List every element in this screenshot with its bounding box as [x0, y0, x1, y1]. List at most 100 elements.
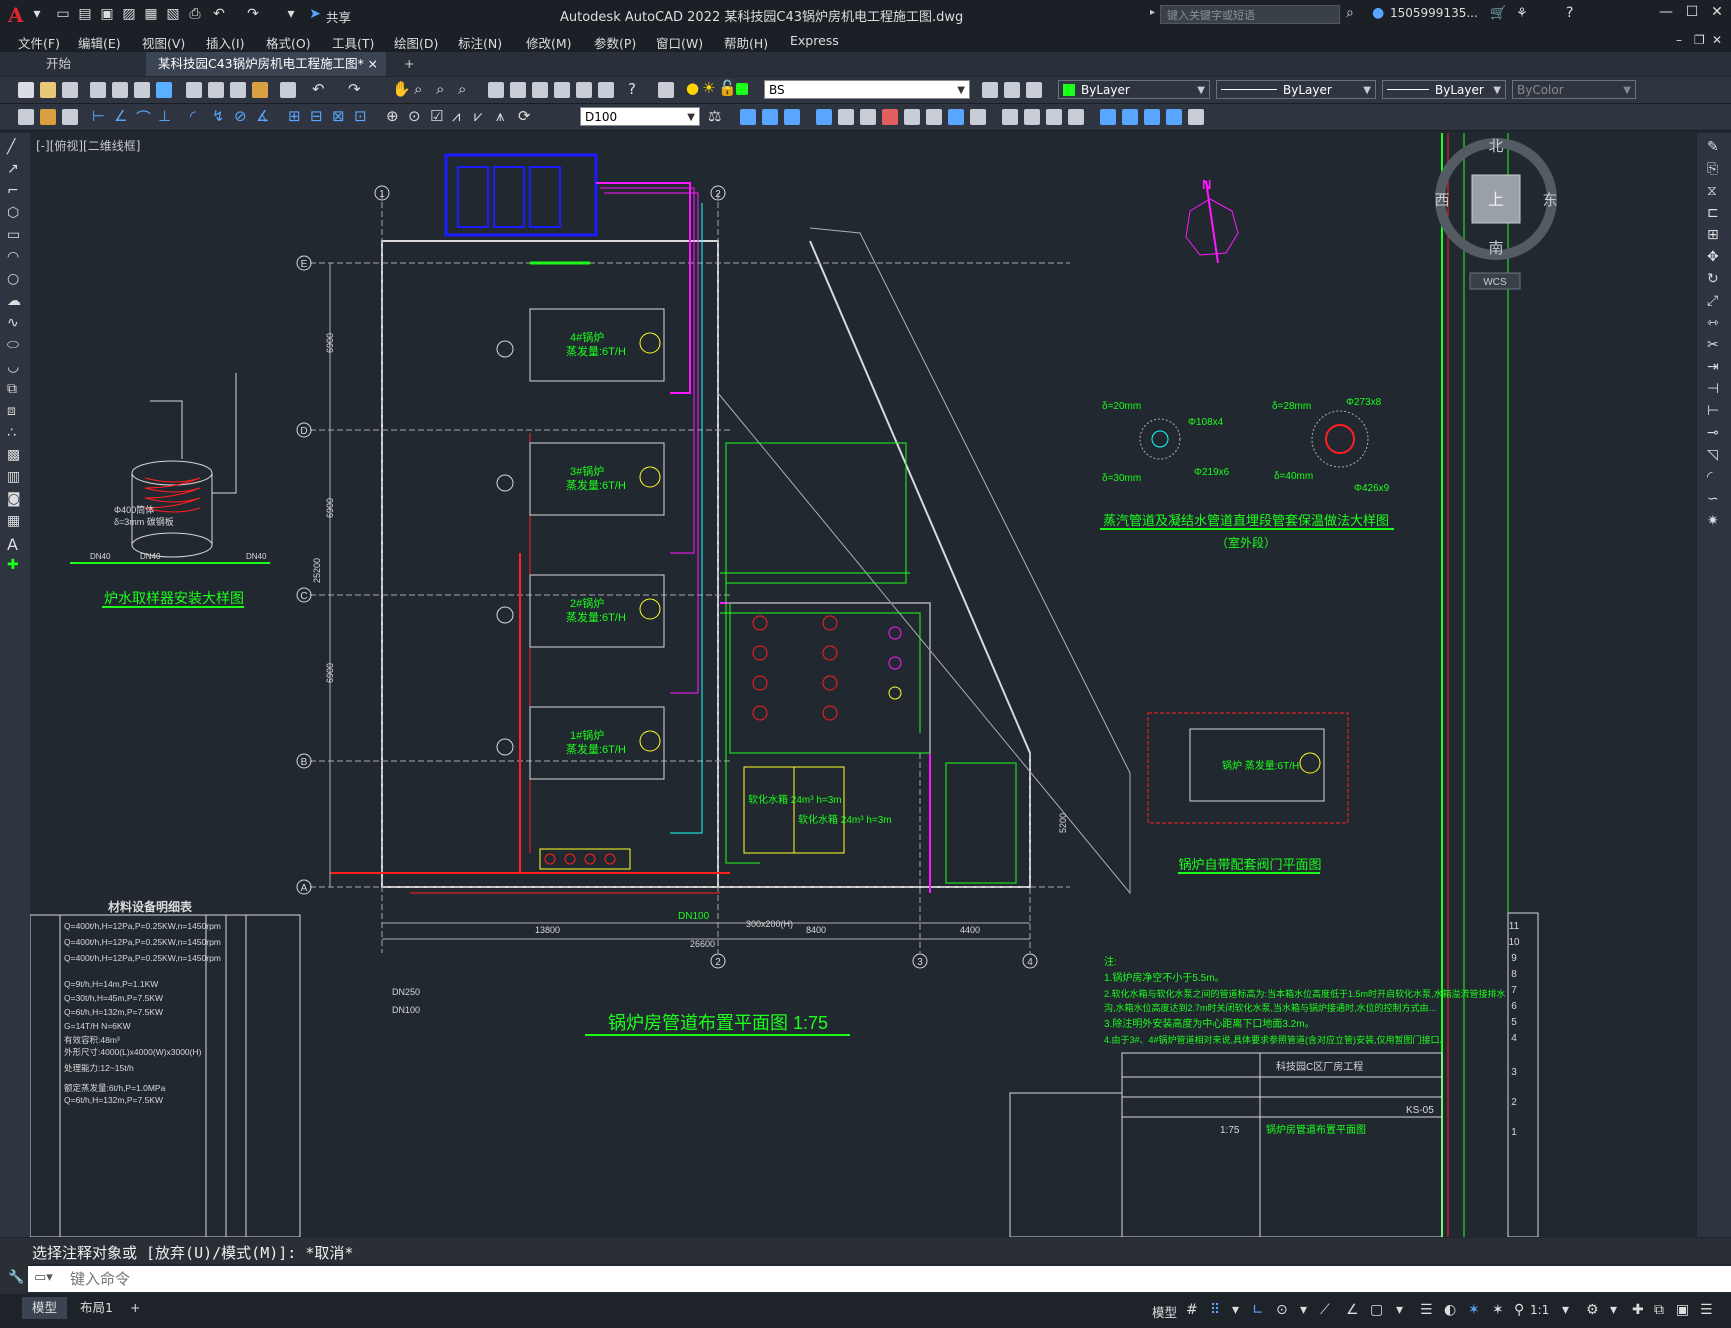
edit-polyline-icon[interactable]	[1100, 109, 1116, 125]
viewcube-north[interactable]: 北	[1488, 138, 1503, 155]
ordinate-icon[interactable]: ⊥	[158, 107, 171, 125]
preview-icon[interactable]	[112, 82, 128, 98]
drawing-canvas[interactable]: [-][俯视][二维线框] E D C B A 1 2 2 3 4 13800 …	[30, 133, 1697, 1237]
cut-icon[interactable]	[186, 82, 202, 98]
radius-icon[interactable]: ◜	[190, 107, 196, 125]
share-icon[interactable]: ➤	[306, 6, 324, 22]
print-icon[interactable]	[90, 82, 106, 98]
tool-palettes-icon[interactable]	[532, 82, 548, 98]
move-modify-icon[interactable]: ✥	[1707, 249, 1719, 265]
color-dropdown[interactable]: ByLayer ▼	[1058, 80, 1210, 99]
chamfer-icon[interactable]	[1024, 109, 1040, 125]
tab-layout1[interactable]: 布局1	[70, 1297, 123, 1319]
join-icon[interactable]	[1002, 109, 1018, 125]
scale-icon[interactable]	[882, 109, 898, 125]
diameter-icon[interactable]: ⊘	[234, 107, 247, 125]
osnap-menu-icon[interactable]: ▾	[1396, 1302, 1403, 1318]
linear-dim-icon[interactable]: ⊢	[92, 107, 105, 125]
menu-tools[interactable]: 工具(T)	[332, 33, 374, 52]
region-icon[interactable]: ◙	[7, 491, 21, 507]
search-input[interactable]: 键入关键字或短语	[1160, 5, 1340, 24]
open-web-icon[interactable]: ▦	[142, 6, 160, 22]
layer-freeze-icon[interactable]: ☀	[702, 79, 715, 97]
tab-drawing-file[interactable]: 某科技园C43锅炉房机电工程施工图* ×	[146, 52, 386, 76]
dimstyle-manager-icon[interactable]: ⚖	[708, 107, 721, 125]
isodraft-icon[interactable]: ⟋	[1320, 1302, 1330, 1318]
trim-modify-icon[interactable]: ✂	[1707, 337, 1719, 353]
arc-length-icon[interactable]: ⌒	[136, 107, 151, 128]
menu-parametric[interactable]: 参数(P)	[594, 33, 636, 52]
tab-close-icon[interactable]: ×	[368, 52, 378, 76]
break-modify-icon[interactable]: ⊢	[1707, 403, 1719, 419]
polar-menu-icon[interactable]: ▾	[1300, 1302, 1307, 1318]
explode-icon[interactable]	[1068, 109, 1084, 125]
polygon-icon[interactable]: ⬡	[7, 205, 19, 221]
copy-modify-icon[interactable]: ⎘	[1707, 161, 1718, 177]
command-input[interactable]	[68, 1269, 1672, 1290]
menu-window[interactable]: 窗口(W)	[656, 33, 703, 52]
copy-obj-icon[interactable]	[740, 109, 756, 125]
menu-view[interactable]: 视图(V)	[142, 33, 185, 52]
ellipse-arc-icon[interactable]: ◡	[7, 359, 19, 375]
open-icon[interactable]	[40, 82, 56, 98]
inspect-icon[interactable]: ☑	[430, 107, 443, 125]
block-editor-icon[interactable]	[280, 82, 296, 98]
explode-modify-icon[interactable]: ✷	[1707, 513, 1719, 529]
osnap-icon[interactable]: ▢	[1370, 1302, 1383, 1318]
menu-draw[interactable]: 绘图(D)	[394, 33, 438, 52]
paste-icon[interactable]	[230, 82, 246, 98]
tolerance-icon[interactable]: ⊕	[386, 107, 399, 125]
grid-icon[interactable]: #	[1186, 1302, 1198, 1318]
undo-icon[interactable]: ↶	[210, 6, 228, 22]
search-expand-icon[interactable]: ▸	[1150, 7, 1155, 18]
model-space-button[interactable]: 模型	[1152, 1302, 1177, 1321]
zoom-previous-icon[interactable]: ⌕	[458, 80, 466, 98]
layer-properties-icon[interactable]	[658, 82, 674, 98]
offset-modify-icon[interactable]: ⊏	[1707, 205, 1719, 221]
make-current-icon[interactable]	[982, 82, 998, 98]
fillet-icon[interactable]	[1046, 109, 1062, 125]
ellipse-icon[interactable]: ⬭	[7, 337, 19, 353]
command-recent-icon[interactable]: ▭▾	[34, 1270, 53, 1285]
quick-dim-icon[interactable]: ⊞	[288, 107, 301, 125]
save-as-icon[interactable]: ▨	[120, 6, 138, 22]
dim-edit-icon[interactable]: ⩗	[474, 107, 482, 125]
mirror-icon[interactable]	[762, 109, 778, 125]
qnew-icon[interactable]	[18, 82, 34, 98]
annotation-visibility-icon[interactable]: ✶	[1468, 1302, 1480, 1318]
rectangle-icon[interactable]: ▭	[7, 227, 20, 243]
tab-model[interactable]: 模型	[22, 1297, 68, 1319]
edit-spline-icon[interactable]	[1122, 109, 1138, 125]
layer-on-icon[interactable]: ●	[686, 79, 699, 97]
zoom-realtime-icon[interactable]: ⌕	[414, 80, 422, 98]
auto-scale-icon[interactable]: ✶	[1492, 1302, 1504, 1318]
viewcube-east[interactable]: 东	[1542, 192, 1557, 209]
menu-edit[interactable]: 编辑(E)	[78, 33, 121, 52]
app-menu-arrow-icon[interactable]: ▾	[28, 6, 46, 22]
calculator-icon[interactable]	[598, 82, 614, 98]
circle-icon[interactable]: ○	[7, 271, 19, 287]
autocad-logo-icon[interactable]: A	[8, 3, 24, 27]
add-selected-icon[interactable]: ✚	[7, 557, 19, 573]
erase-icon[interactable]: ✎	[1707, 139, 1719, 155]
copy-icon[interactable]	[208, 82, 224, 98]
edit-array-icon[interactable]	[1166, 109, 1182, 125]
save-web-icon[interactable]: ▧	[164, 6, 182, 22]
markup-icon[interactable]	[576, 82, 592, 98]
line-icon[interactable]: ╱	[7, 139, 15, 155]
design-center-icon[interactable]	[510, 82, 526, 98]
edit-text-icon[interactable]	[1188, 109, 1204, 125]
layer-previous-icon[interactable]	[1004, 82, 1020, 98]
3d-print-icon[interactable]	[156, 82, 172, 98]
arc-icon[interactable]: ◠	[7, 249, 19, 265]
array-icon[interactable]	[816, 109, 832, 125]
pan-icon[interactable]: ✋	[392, 80, 411, 98]
command-settings-icon[interactable]: 🔧	[8, 1270, 24, 1285]
angular-icon[interactable]: ∡	[256, 107, 269, 125]
extend-modify-icon[interactable]: ⇥	[1707, 359, 1719, 375]
mtext-icon[interactable]: A	[7, 535, 18, 554]
customization-icon[interactable]: ☰	[1700, 1302, 1713, 1318]
layer-dropdown[interactable]: BS ▼	[764, 80, 970, 99]
jogged-icon[interactable]: ↯	[212, 107, 225, 125]
share-button[interactable]: 共享	[326, 7, 351, 26]
